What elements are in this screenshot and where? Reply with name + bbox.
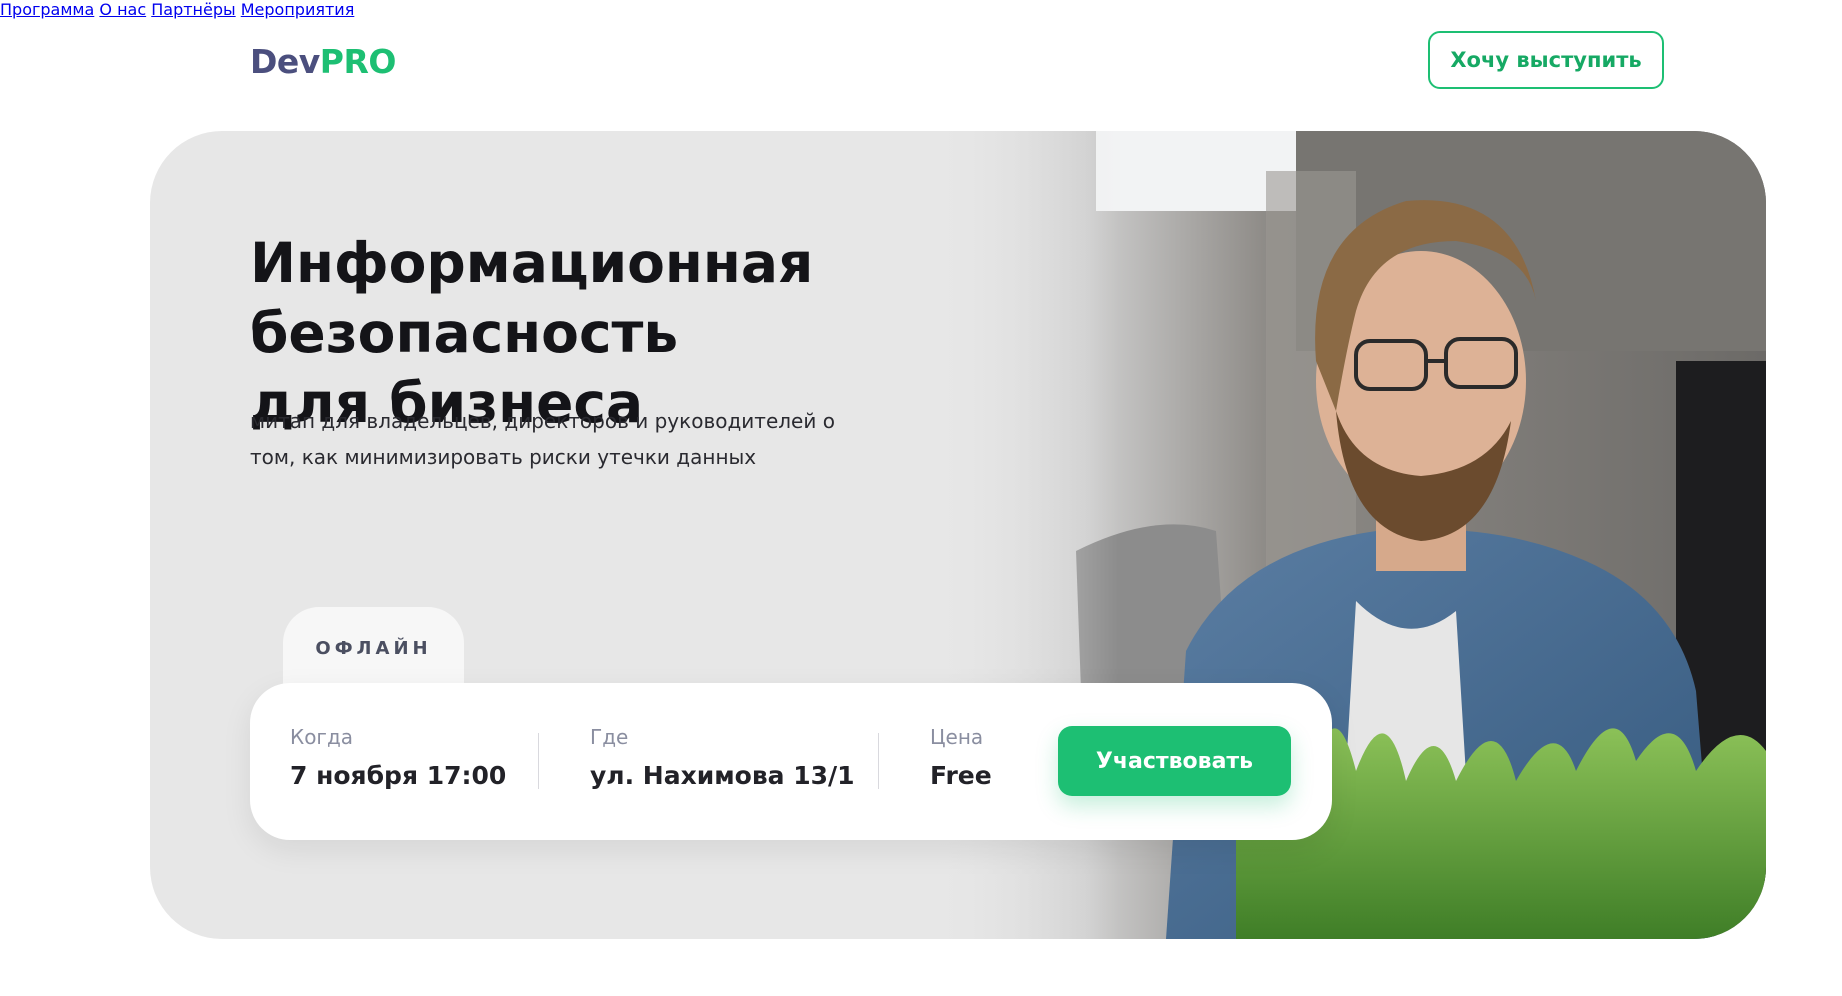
price-value: Free [930, 761, 992, 790]
nav-item-about[interactable]: О нас [99, 0, 146, 19]
where-label: Где [590, 725, 629, 749]
hero-subtitle: митап для владельцев, директоров и руков… [250, 403, 890, 475]
logo-pro: PRO [319, 42, 397, 81]
price-label: Цена [930, 725, 984, 749]
event-location-block: Где ул. Нахимова 13/1 [590, 723, 855, 793]
join-button[interactable]: Участвовать [1058, 726, 1291, 796]
event-date-block: Когда 7 ноября 17:00 [290, 723, 506, 793]
want-to-speak-button[interactable]: Хочу выступить [1428, 31, 1664, 89]
logo-dev: Dev [250, 42, 320, 81]
hero-title-line1: Информационная безопасность [250, 231, 814, 365]
event-info-card: Когда 7 ноября 17:00 Где ул. Нахимова 13… [250, 683, 1332, 840]
when-value: 7 ноября 17:00 [290, 761, 507, 790]
hero-subtitle-line1: митап для владельцев, директоров и руков… [250, 409, 835, 433]
event-price-block: Цена Free [930, 723, 992, 793]
when-label: Когда [290, 725, 354, 749]
logo[interactable]: DevPRO [250, 40, 396, 84]
nav-item-events[interactable]: Мероприятия [241, 0, 355, 19]
nav-item-partners[interactable]: Партнёры [151, 0, 235, 19]
hero-banner: Информационная безопасность для бизнеса … [150, 131, 1766, 939]
divider [878, 733, 879, 789]
hero-subtitle-line2: том, как минимизировать риски утечки дан… [250, 445, 757, 469]
where-value: ул. Нахимова 13/1 [590, 761, 855, 790]
nav-item-program[interactable]: Программа [0, 0, 94, 19]
divider [538, 733, 539, 789]
main-nav: Программа О нас Партнёры Мероприятия [0, 0, 1842, 19]
